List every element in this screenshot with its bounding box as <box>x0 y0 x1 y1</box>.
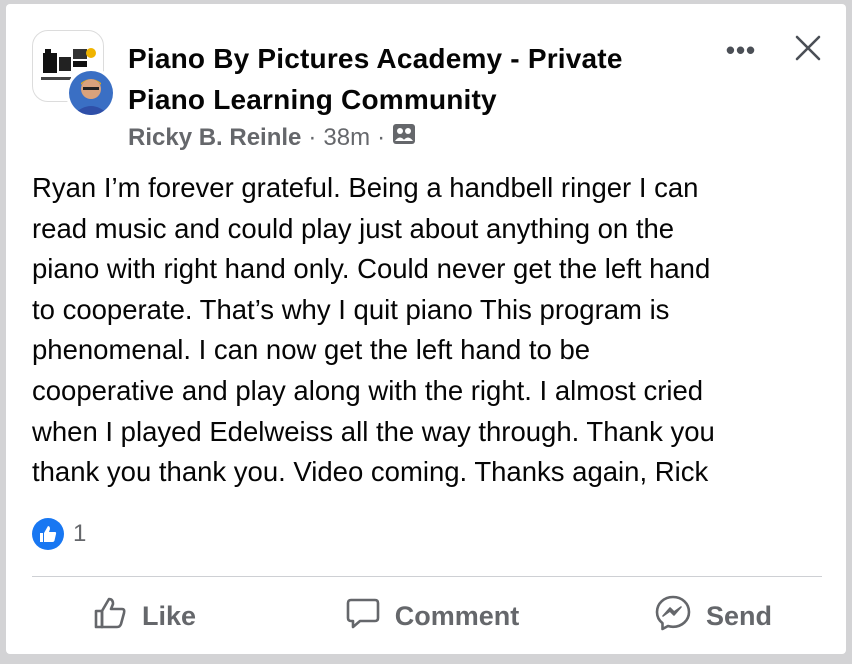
comment-icon <box>345 595 395 638</box>
post-card: Piano By Pictures Academy - Private Pian… <box>6 4 846 654</box>
close-icon <box>794 34 822 67</box>
messenger-icon <box>654 594 706 639</box>
like-button[interactable]: Like <box>32 590 319 642</box>
more-options-button[interactable]: ••• <box>716 30 766 70</box>
author-avatar[interactable] <box>66 68 116 118</box>
post-timestamp[interactable]: 38m <box>323 124 370 152</box>
post-body-text: Ryan I’m forever grateful. Being a handb… <box>32 172 715 488</box>
group-members-icon <box>392 123 416 152</box>
close-button[interactable] <box>788 30 828 70</box>
divider <box>32 576 822 577</box>
comment-button[interactable]: Comment <box>319 590 546 642</box>
like-label: Like <box>142 600 197 631</box>
post-avatar-group[interactable] <box>32 30 116 118</box>
group-name[interactable]: Piano By Pictures Academy - Private Pian… <box>128 38 688 120</box>
comment-label: Comment <box>394 600 520 631</box>
action-bar: Like Comment Send <box>32 586 822 646</box>
post-meta: Ricky B. Reinle · 38m · <box>128 123 416 152</box>
thumbs-up-outline-icon <box>92 595 142 638</box>
reaction-summary[interactable]: 1 <box>32 518 86 550</box>
thumbs-up-icon <box>32 518 64 550</box>
send-label: Send <box>706 600 773 631</box>
meta-separator: · <box>308 123 317 151</box>
send-button[interactable]: Send <box>545 590 822 642</box>
reaction-count: 1 <box>73 520 87 547</box>
meta-separator: · <box>377 123 386 151</box>
author-name[interactable]: Ricky B. Reinle <box>128 124 301 152</box>
